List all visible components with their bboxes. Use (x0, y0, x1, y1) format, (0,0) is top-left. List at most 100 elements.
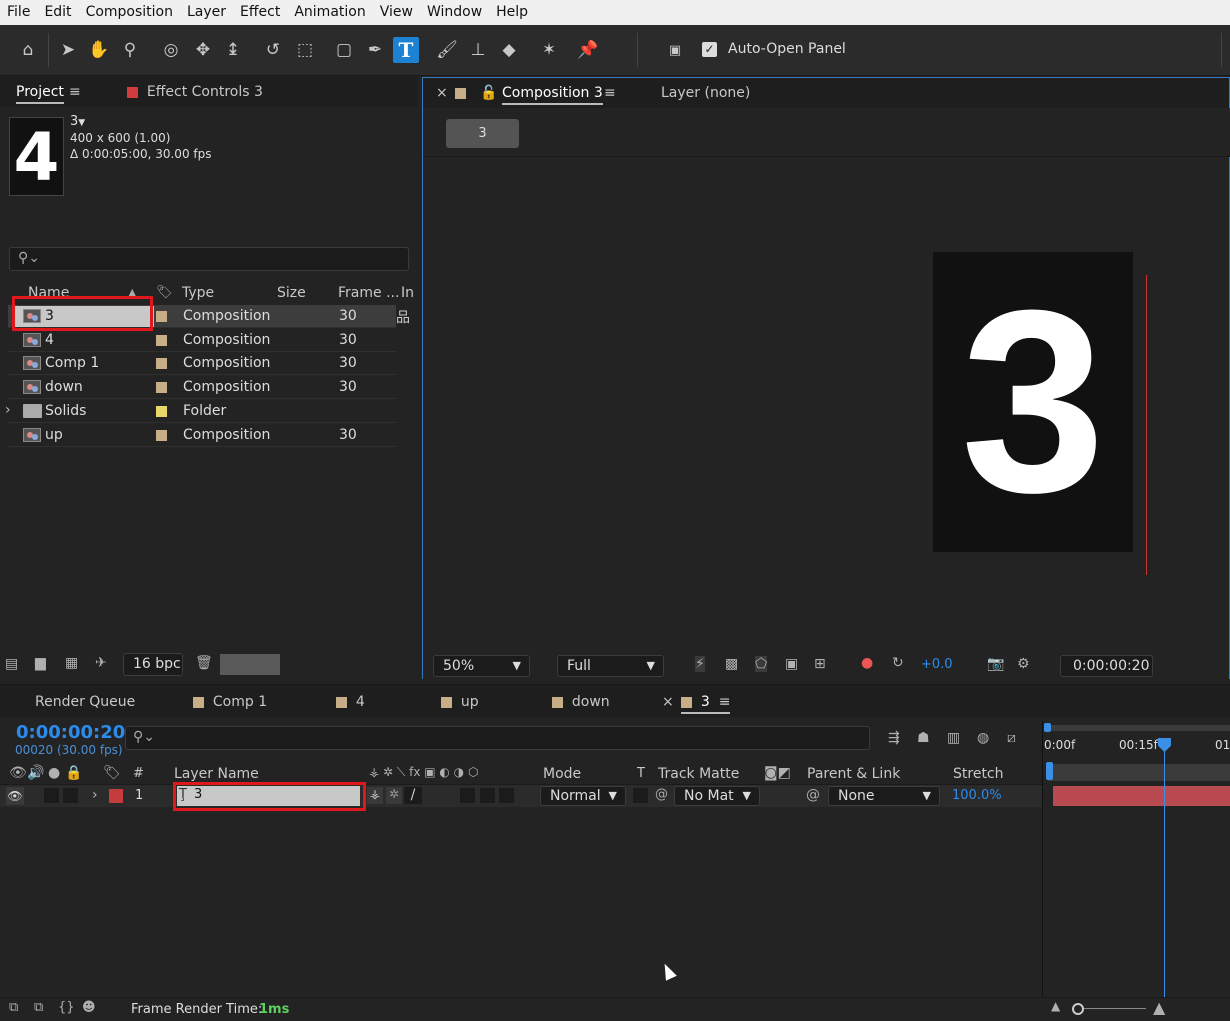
roto-brush-icon[interactable]: ✶ (536, 37, 562, 63)
layer-duration-bar[interactable] (1053, 786, 1230, 806)
column-layer-number[interactable]: # (133, 766, 144, 781)
column-track-matte[interactable]: Track Matte (658, 766, 739, 782)
motion-blur-toggle[interactable] (460, 788, 475, 803)
layer-mode-dropdown[interactable]: Normal ▼ (540, 786, 626, 806)
reset-exposure-icon[interactable]: ↻ (892, 655, 904, 671)
project-item-row[interactable]: Comp 1 Composition 30 (8, 352, 396, 375)
viewer-menu-icon[interactable]: ≡ (604, 78, 616, 108)
column-parent-link[interactable]: Parent & Link (807, 766, 900, 782)
tab-down[interactable]: down (552, 687, 610, 717)
label-swatch[interactable] (156, 335, 167, 346)
parent-dropdown[interactable]: None ▼ (828, 786, 940, 806)
layer-label-swatch[interactable] (109, 789, 123, 803)
color-channels-icon[interactable]: ● (861, 655, 873, 671)
tab-project[interactable]: Project (16, 77, 64, 107)
menu-view[interactable]: View (373, 0, 420, 25)
label-swatch[interactable] (156, 382, 167, 393)
show-snapshot-icon[interactable]: ⚙ (1017, 656, 1030, 672)
adjust-render-icon[interactable]: ✈ (95, 655, 107, 671)
column-layer-name[interactable]: Layer Name (174, 766, 259, 782)
chevron-right-icon[interactable]: › (92, 787, 98, 803)
dolly-camera-icon[interactable]: ↨ (220, 37, 246, 63)
fast-previews-icon[interactable]: ⚡ (695, 656, 705, 672)
menu-animation[interactable]: Animation (287, 0, 372, 25)
shape-tool-icon[interactable]: ▢ (331, 37, 357, 63)
time-graph[interactable]: 0:00f 00:15f 01:00 (1042, 721, 1230, 997)
visibility-eye-icon[interactable]: 👁 (6, 787, 24, 805)
tab-effect-controls[interactable]: Effect Controls 3 (127, 77, 263, 107)
tab-layer[interactable]: Layer (none) (661, 78, 750, 108)
transfer-controls-icon[interactable]: ⧉ (34, 1000, 43, 1015)
in-out-icon[interactable]: {} (58, 1000, 75, 1015)
column-frame-rate[interactable]: Frame ... (338, 285, 399, 301)
bpc-button[interactable]: 16 bpc (123, 653, 183, 676)
audio-icon[interactable]: 🔊 (27, 765, 44, 781)
label-swatch[interactable] (156, 430, 167, 441)
viewer-canvas[interactable]: 3 (423, 158, 1229, 650)
frame-blending-icon[interactable]: ▥ (947, 730, 960, 746)
timeline-timecode[interactable]: 0:00:00:20 (16, 722, 125, 743)
selected-comp-name[interactable]: 3▼ (70, 114, 85, 129)
menu-edit[interactable]: Edit (37, 0, 78, 25)
zoom-slider-track[interactable] (1084, 1008, 1146, 1009)
hand-tool-icon[interactable]: ✋ (86, 37, 112, 63)
viewer-timecode[interactable]: 0:00:00:20 (1060, 655, 1153, 677)
tab-3[interactable]: 3 ≡ (681, 687, 731, 717)
eraser-tool-icon[interactable]: ◆ (496, 37, 522, 63)
flowchart-icon[interactable]: 品 (396, 307, 410, 327)
project-item-row[interactable]: › Solids Folder (5, 400, 396, 423)
solo-icon[interactable]: ● (48, 765, 60, 781)
tab-composition[interactable]: Composition 3 (502, 78, 603, 108)
project-item-row[interactable]: up Composition 30 (8, 424, 396, 447)
column-mode[interactable]: Mode (543, 766, 581, 782)
playhead-handle[interactable] (1158, 738, 1171, 752)
exposure-value[interactable]: +0.0 (921, 657, 953, 672)
collapse-switch-icon[interactable]: ✲ (386, 787, 402, 804)
column-size[interactable]: Size (277, 285, 306, 301)
menu-composition[interactable]: Composition (79, 0, 180, 25)
tab-up[interactable]: up (441, 687, 479, 717)
layer-row[interactable]: 👁 › 1 Ţ 3 ⚶ ✲ / Normal ▼ @ No Mat ▼ @ None… (0, 785, 1042, 807)
home-icon[interactable]: ⌂ (15, 37, 41, 63)
column-t[interactable]: T (637, 766, 645, 781)
project-item-row[interactable]: down Composition 30 (8, 376, 396, 399)
region-of-interest-icon[interactable]: ▣ (785, 656, 798, 672)
transparency-grid-icon[interactable]: ▩ (725, 656, 738, 672)
label-swatch[interactable] (156, 358, 167, 369)
thumbnail-transparency-swatch[interactable] (220, 654, 280, 675)
eye-icon[interactable]: 👁 (9, 765, 27, 781)
render-time-icon[interactable]: ☻ (82, 1000, 96, 1015)
rotation-tool-icon[interactable]: ↺ (260, 37, 286, 63)
matte-pickwhip-icon[interactable]: @ (655, 787, 668, 802)
mask-visibility-icon[interactable]: ⬠ (755, 656, 768, 672)
comp-flowchart-icon[interactable]: ⇶ (888, 730, 900, 746)
solo-toggle[interactable] (63, 788, 78, 803)
column-in[interactable]: In (401, 285, 414, 301)
stretch-value[interactable]: 100.0% (952, 788, 1002, 803)
tab-comp-1[interactable]: Comp 1 (193, 687, 267, 717)
work-area-bar[interactable] (1047, 725, 1230, 731)
preserve-transparency-toggle[interactable] (633, 788, 648, 803)
column-stretch[interactable]: Stretch (953, 766, 1004, 782)
label-tag-icon[interactable]: 🏷 (156, 285, 173, 300)
tab-4[interactable]: 4 (336, 687, 365, 717)
tab-render-queue[interactable]: Render Queue (35, 687, 135, 717)
anchor-point-tool-icon[interactable]: ⬚ (292, 37, 318, 63)
lock-icon[interactable]: 🔓 (480, 78, 497, 108)
orbit-camera-icon[interactable]: ◎ (158, 37, 184, 63)
pan-camera-icon[interactable]: ✥ (190, 37, 216, 63)
menu-layer[interactable]: Layer (180, 0, 233, 25)
zoom-tool-icon[interactable]: ⚲ (117, 37, 143, 63)
menu-file[interactable]: File (0, 0, 37, 25)
menu-window[interactable]: Window (420, 0, 489, 25)
shy-layers-icon[interactable]: ☗ (917, 730, 930, 746)
type-tool-icon[interactable]: T (393, 37, 419, 63)
menu-effect[interactable]: Effect (233, 0, 287, 25)
label-swatch[interactable] (156, 406, 167, 417)
track-matte-dropdown[interactable]: No Mat ▼ (674, 786, 760, 806)
grid-guides-icon[interactable]: ⊞ (814, 656, 826, 672)
label-swatch[interactable] (455, 78, 466, 108)
shy-switch-icon[interactable]: ⚶ (367, 787, 383, 804)
adjustment-toggle[interactable] (480, 788, 495, 803)
column-type[interactable]: Type (182, 285, 214, 301)
